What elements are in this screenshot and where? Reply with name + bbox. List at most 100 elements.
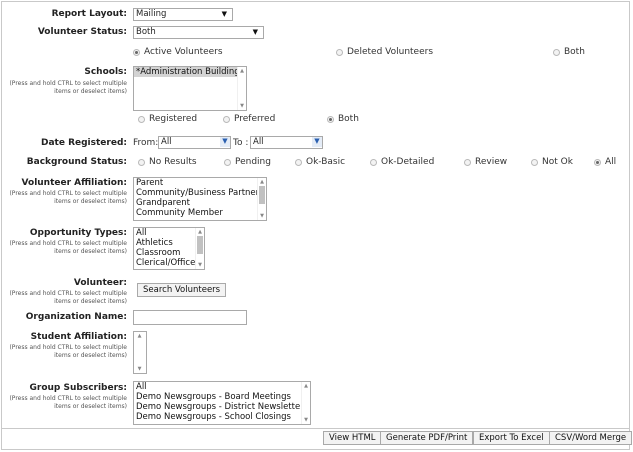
- scrollbar[interactable]: ▲ ▼: [134, 332, 146, 373]
- search-volunteers-button[interactable]: Search Volunteers: [137, 283, 227, 297]
- student-affiliation-listbox[interactable]: ▲ ▼: [133, 331, 147, 374]
- scroll-up-icon[interactable]: ▲: [238, 68, 246, 74]
- csv-word-merge-button[interactable]: CSV/Word Merge: [549, 431, 633, 445]
- scrollbar-thumb[interactable]: [259, 186, 265, 204]
- radio-icon: [370, 158, 377, 166]
- radio-not-ok[interactable]: Not Ok: [531, 157, 573, 167]
- dropdown-arrow-icon: ▼: [220, 137, 230, 147]
- scroll-up-icon[interactable]: ▲: [134, 333, 146, 339]
- schools-hint: (Press and hold CTRL to select multiple …: [9, 80, 127, 95]
- divider: [1, 428, 630, 429]
- radio-icon: [464, 158, 471, 166]
- scroll-up-icon[interactable]: ▲: [196, 229, 204, 235]
- radio-volunteer-both[interactable]: Both: [553, 47, 585, 57]
- group-subscribers-hint: (Press and hold CTRL to select multiple …: [9, 395, 127, 410]
- scrollbar-thumb[interactable]: [197, 236, 203, 254]
- date-to-value: All: [253, 137, 264, 147]
- organization-name-label: Organization Name:: [25, 312, 127, 322]
- radio-icon: [336, 48, 343, 56]
- radio-icon: [224, 158, 231, 166]
- radio-deleted-volunteers[interactable]: Deleted Volunteers: [336, 47, 433, 57]
- dropdown-arrow-icon: ▼: [312, 137, 322, 147]
- list-item[interactable]: All: [134, 228, 204, 238]
- organization-name-input[interactable]: [133, 310, 247, 325]
- volunteer-hint: (Press and hold CTRL to select multiple …: [9, 290, 127, 305]
- report-layout-select[interactable]: Mailing ▼: [133, 8, 233, 21]
- radio-all[interactable]: All: [594, 157, 616, 167]
- radio-label: Ok-Detailed: [381, 157, 435, 167]
- radio-review[interactable]: Review: [464, 157, 507, 167]
- opportunity-types-label: Opportunity Types:: [29, 228, 127, 238]
- volunteer-status-label: Volunteer Status:: [37, 27, 127, 37]
- scrollbar[interactable]: ▲ ▼: [195, 228, 204, 269]
- list-item[interactable]: Community/Business Partner: [134, 188, 266, 198]
- radio-label: Active Volunteers: [144, 47, 223, 57]
- student-affiliation-label: Student Affiliation:: [30, 332, 127, 342]
- scroll-down-icon[interactable]: ▼: [302, 417, 310, 423]
- to-label: To :: [233, 138, 249, 148]
- radio-ok-detailed[interactable]: Ok-Detailed: [370, 157, 434, 167]
- list-item[interactable]: Parent: [134, 178, 266, 188]
- radio-preferred[interactable]: Preferred: [223, 114, 275, 124]
- scroll-down-icon[interactable]: ▼: [258, 213, 266, 219]
- radio-label: No Results: [149, 157, 197, 167]
- scroll-down-icon[interactable]: ▼: [238, 103, 246, 109]
- radio-label: Ok-Basic: [306, 157, 346, 167]
- radio-icon: [138, 158, 145, 166]
- student-affiliation-hint: (Press and hold CTRL to select multiple …: [9, 344, 127, 359]
- date-to-select[interactable]: All ▼: [250, 136, 323, 149]
- list-item[interactable]: Community Member: [134, 208, 266, 218]
- schools-label: Schools:: [84, 67, 127, 77]
- volunteer-status-select[interactable]: Both ▼: [133, 26, 264, 39]
- volunteer-affiliation-listbox[interactable]: Parent Community/Business Partner Grandp…: [133, 177, 267, 221]
- list-item[interactable]: Grandparent: [134, 198, 266, 208]
- dropdown-arrow-icon: ▼: [221, 10, 227, 18]
- list-item[interactable]: Athletics: [134, 238, 204, 248]
- radio-pending[interactable]: Pending: [224, 157, 271, 167]
- scrollbar[interactable]: ▲ ▼: [257, 178, 266, 220]
- export-excel-button[interactable]: Export To Excel: [473, 431, 550, 445]
- radio-icon: [553, 48, 560, 56]
- radio-label: Both: [564, 47, 585, 57]
- radio-ok-basic[interactable]: Ok-Basic: [295, 157, 345, 167]
- scrollbar[interactable]: ▲ ▼: [301, 382, 310, 424]
- radio-registered[interactable]: Registered: [138, 114, 197, 124]
- list-item[interactable]: Classroom: [134, 248, 204, 258]
- list-item[interactable]: Demo Newsgroups - School Closings: [134, 412, 310, 422]
- scroll-up-icon[interactable]: ▲: [302, 383, 310, 389]
- opportunity-types-listbox[interactable]: All Athletics Classroom Clerical/Office …: [133, 227, 205, 270]
- scroll-up-icon[interactable]: ▲: [258, 179, 266, 185]
- radio-icon: [531, 158, 538, 166]
- radio-label: Both: [338, 114, 359, 124]
- list-item[interactable]: All: [134, 382, 310, 392]
- volunteer-status-value: Both: [136, 27, 156, 37]
- date-registered-label: Date Registered:: [41, 138, 127, 148]
- list-item[interactable]: Demo Newsgroups - District Newsletter: [134, 402, 310, 412]
- radio-icon: [295, 158, 302, 166]
- radio-label: Pending: [235, 157, 271, 167]
- radio-active-volunteers[interactable]: Active Volunteers: [133, 47, 223, 57]
- radio-selected-icon: [327, 115, 334, 123]
- radio-icon: [138, 115, 145, 123]
- radio-label: All: [605, 157, 617, 167]
- scrollbar[interactable]: ▲ ▼: [237, 67, 246, 110]
- radio-selected-icon: [594, 158, 601, 166]
- date-from-value: All: [161, 137, 172, 147]
- generate-pdf-button[interactable]: Generate PDF/Print: [380, 431, 474, 445]
- volunteer-affiliation-hint: (Press and hold CTRL to select multiple …: [9, 190, 127, 205]
- list-item[interactable]: Demo Newsgroups - Board Meetings: [134, 392, 310, 402]
- group-subscribers-listbox[interactable]: All Demo Newsgroups - Board Meetings Dem…: [133, 381, 311, 425]
- date-from-select[interactable]: All ▼: [158, 136, 231, 149]
- radio-no-results[interactable]: No Results: [138, 157, 197, 167]
- scroll-down-icon[interactable]: ▼: [196, 262, 204, 268]
- radio-label: Review: [475, 157, 508, 167]
- list-item[interactable]: *Administration Building: [134, 67, 246, 77]
- radio-schools-both[interactable]: Both: [327, 114, 359, 124]
- scroll-down-icon[interactable]: ▼: [134, 366, 146, 372]
- list-item[interactable]: Clerical/Office: [134, 258, 204, 268]
- schools-listbox[interactable]: *Administration Building ▲ ▼: [133, 66, 247, 111]
- radio-label: Deleted Volunteers: [347, 47, 434, 57]
- view-html-button[interactable]: View HTML: [323, 431, 382, 445]
- radio-icon: [223, 115, 230, 123]
- volunteer-affiliation-label: Volunteer Affiliation:: [21, 178, 127, 188]
